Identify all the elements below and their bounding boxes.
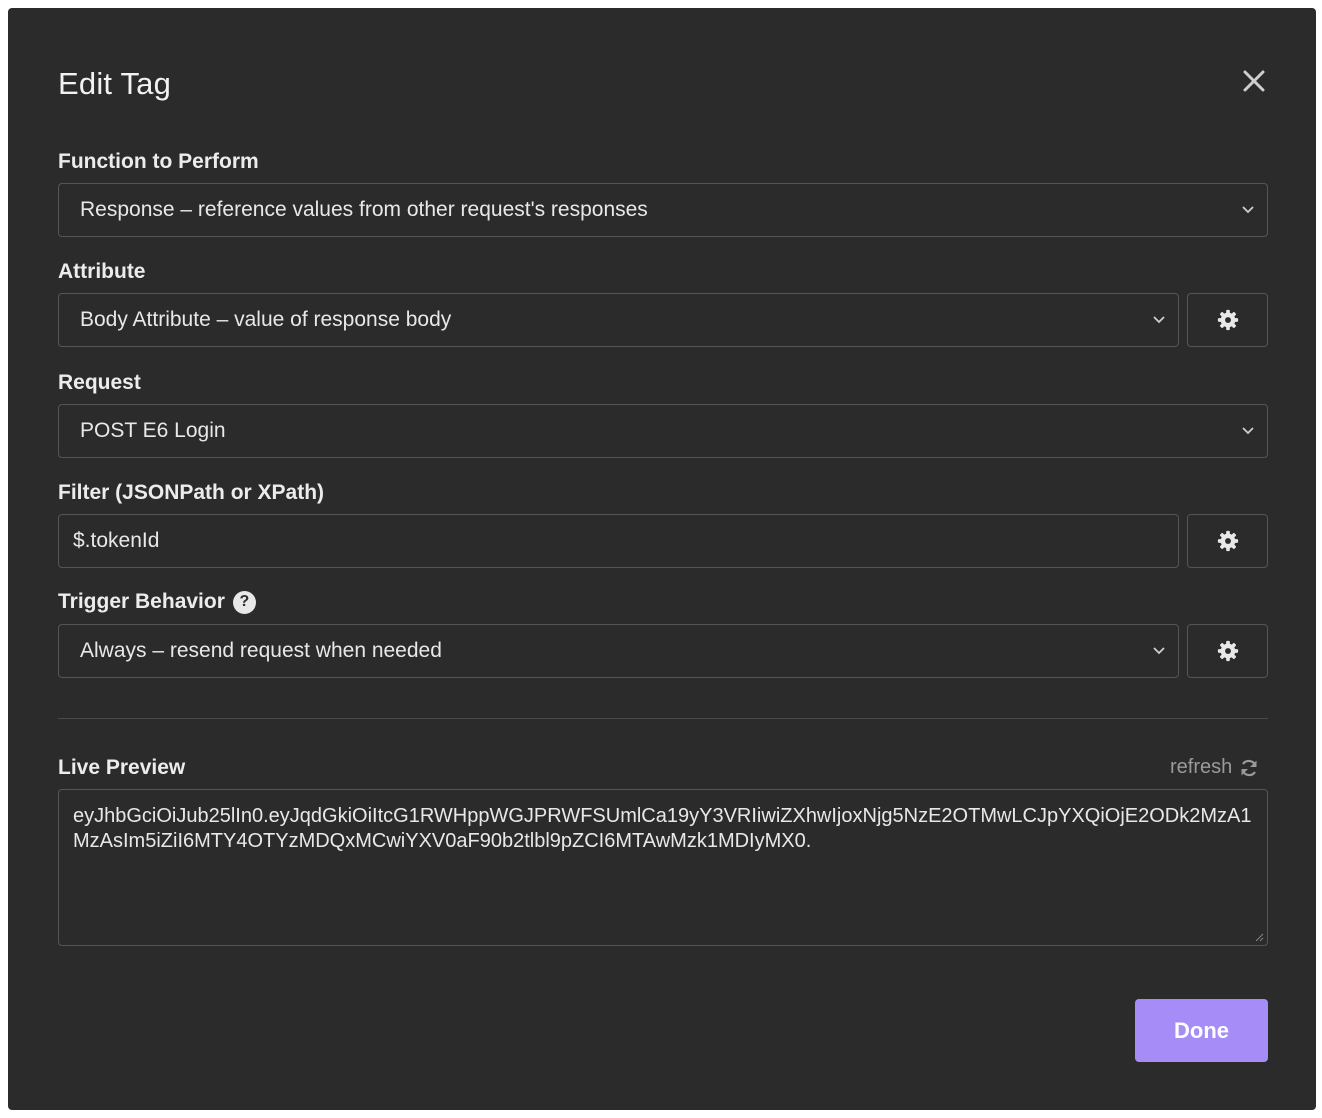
- function-to-perform-label: Function to Perform: [58, 150, 259, 173]
- chevron-down-icon: [1153, 647, 1165, 655]
- filter-value: $.tokenId: [73, 529, 160, 552]
- trigger-behavior-value: Always – resend request when needed: [80, 639, 442, 662]
- trigger-behavior-select[interactable]: Always – resend request when needed: [58, 624, 1179, 678]
- function-to-perform-value: Response – reference values from other r…: [80, 198, 648, 221]
- help-icon[interactable]: ?: [232, 590, 256, 614]
- trigger-behavior-label: Trigger Behavior ?: [58, 590, 256, 614]
- chevron-down-icon: [1242, 427, 1254, 435]
- live-preview-label: Live Preview: [58, 756, 186, 779]
- filter-label: Filter (JSONPath or XPath): [58, 481, 325, 504]
- gear-icon: [1217, 640, 1238, 662]
- live-preview-value: eyJhbGciOiJub25lIn0.eyJqdGkiOiItcG1RWHpp…: [73, 805, 1252, 852]
- section-divider: [58, 718, 1268, 719]
- live-preview-textarea[interactable]: eyJhbGciOiJub25lIn0.eyJqdGkiOiItcG1RWHpp…: [58, 789, 1268, 946]
- refresh-label: refresh: [1170, 756, 1233, 778]
- trigger-behavior-settings-button[interactable]: [1187, 624, 1268, 678]
- refresh-icon: [1241, 759, 1257, 776]
- done-button[interactable]: Done: [1135, 999, 1268, 1062]
- request-label: Request: [58, 371, 141, 394]
- edit-tag-dialog: Edit Tag Function to Perform Response – …: [8, 8, 1316, 1110]
- chevron-down-icon: [1153, 316, 1165, 324]
- close-icon: [1243, 70, 1265, 92]
- close-button[interactable]: [1238, 65, 1270, 97]
- request-select[interactable]: POST E6 Login: [58, 404, 1268, 458]
- attribute-value: Body Attribute – value of response body: [80, 308, 452, 331]
- request-value: POST E6 Login: [80, 419, 226, 442]
- attribute-settings-button[interactable]: [1187, 293, 1268, 347]
- refresh-button[interactable]: refresh: [1170, 756, 1259, 779]
- resize-handle-icon[interactable]: [1254, 932, 1264, 942]
- filter-settings-button[interactable]: [1187, 514, 1268, 568]
- gear-icon: [1217, 309, 1238, 331]
- function-to-perform-select[interactable]: Response – reference values from other r…: [58, 183, 1268, 237]
- chevron-down-icon: [1242, 206, 1254, 214]
- attribute-label: Attribute: [58, 260, 146, 283]
- filter-input[interactable]: $.tokenId: [58, 514, 1179, 568]
- dialog-title: Edit Tag: [58, 66, 172, 101]
- gear-icon: [1217, 530, 1238, 552]
- attribute-select[interactable]: Body Attribute – value of response body: [58, 293, 1179, 347]
